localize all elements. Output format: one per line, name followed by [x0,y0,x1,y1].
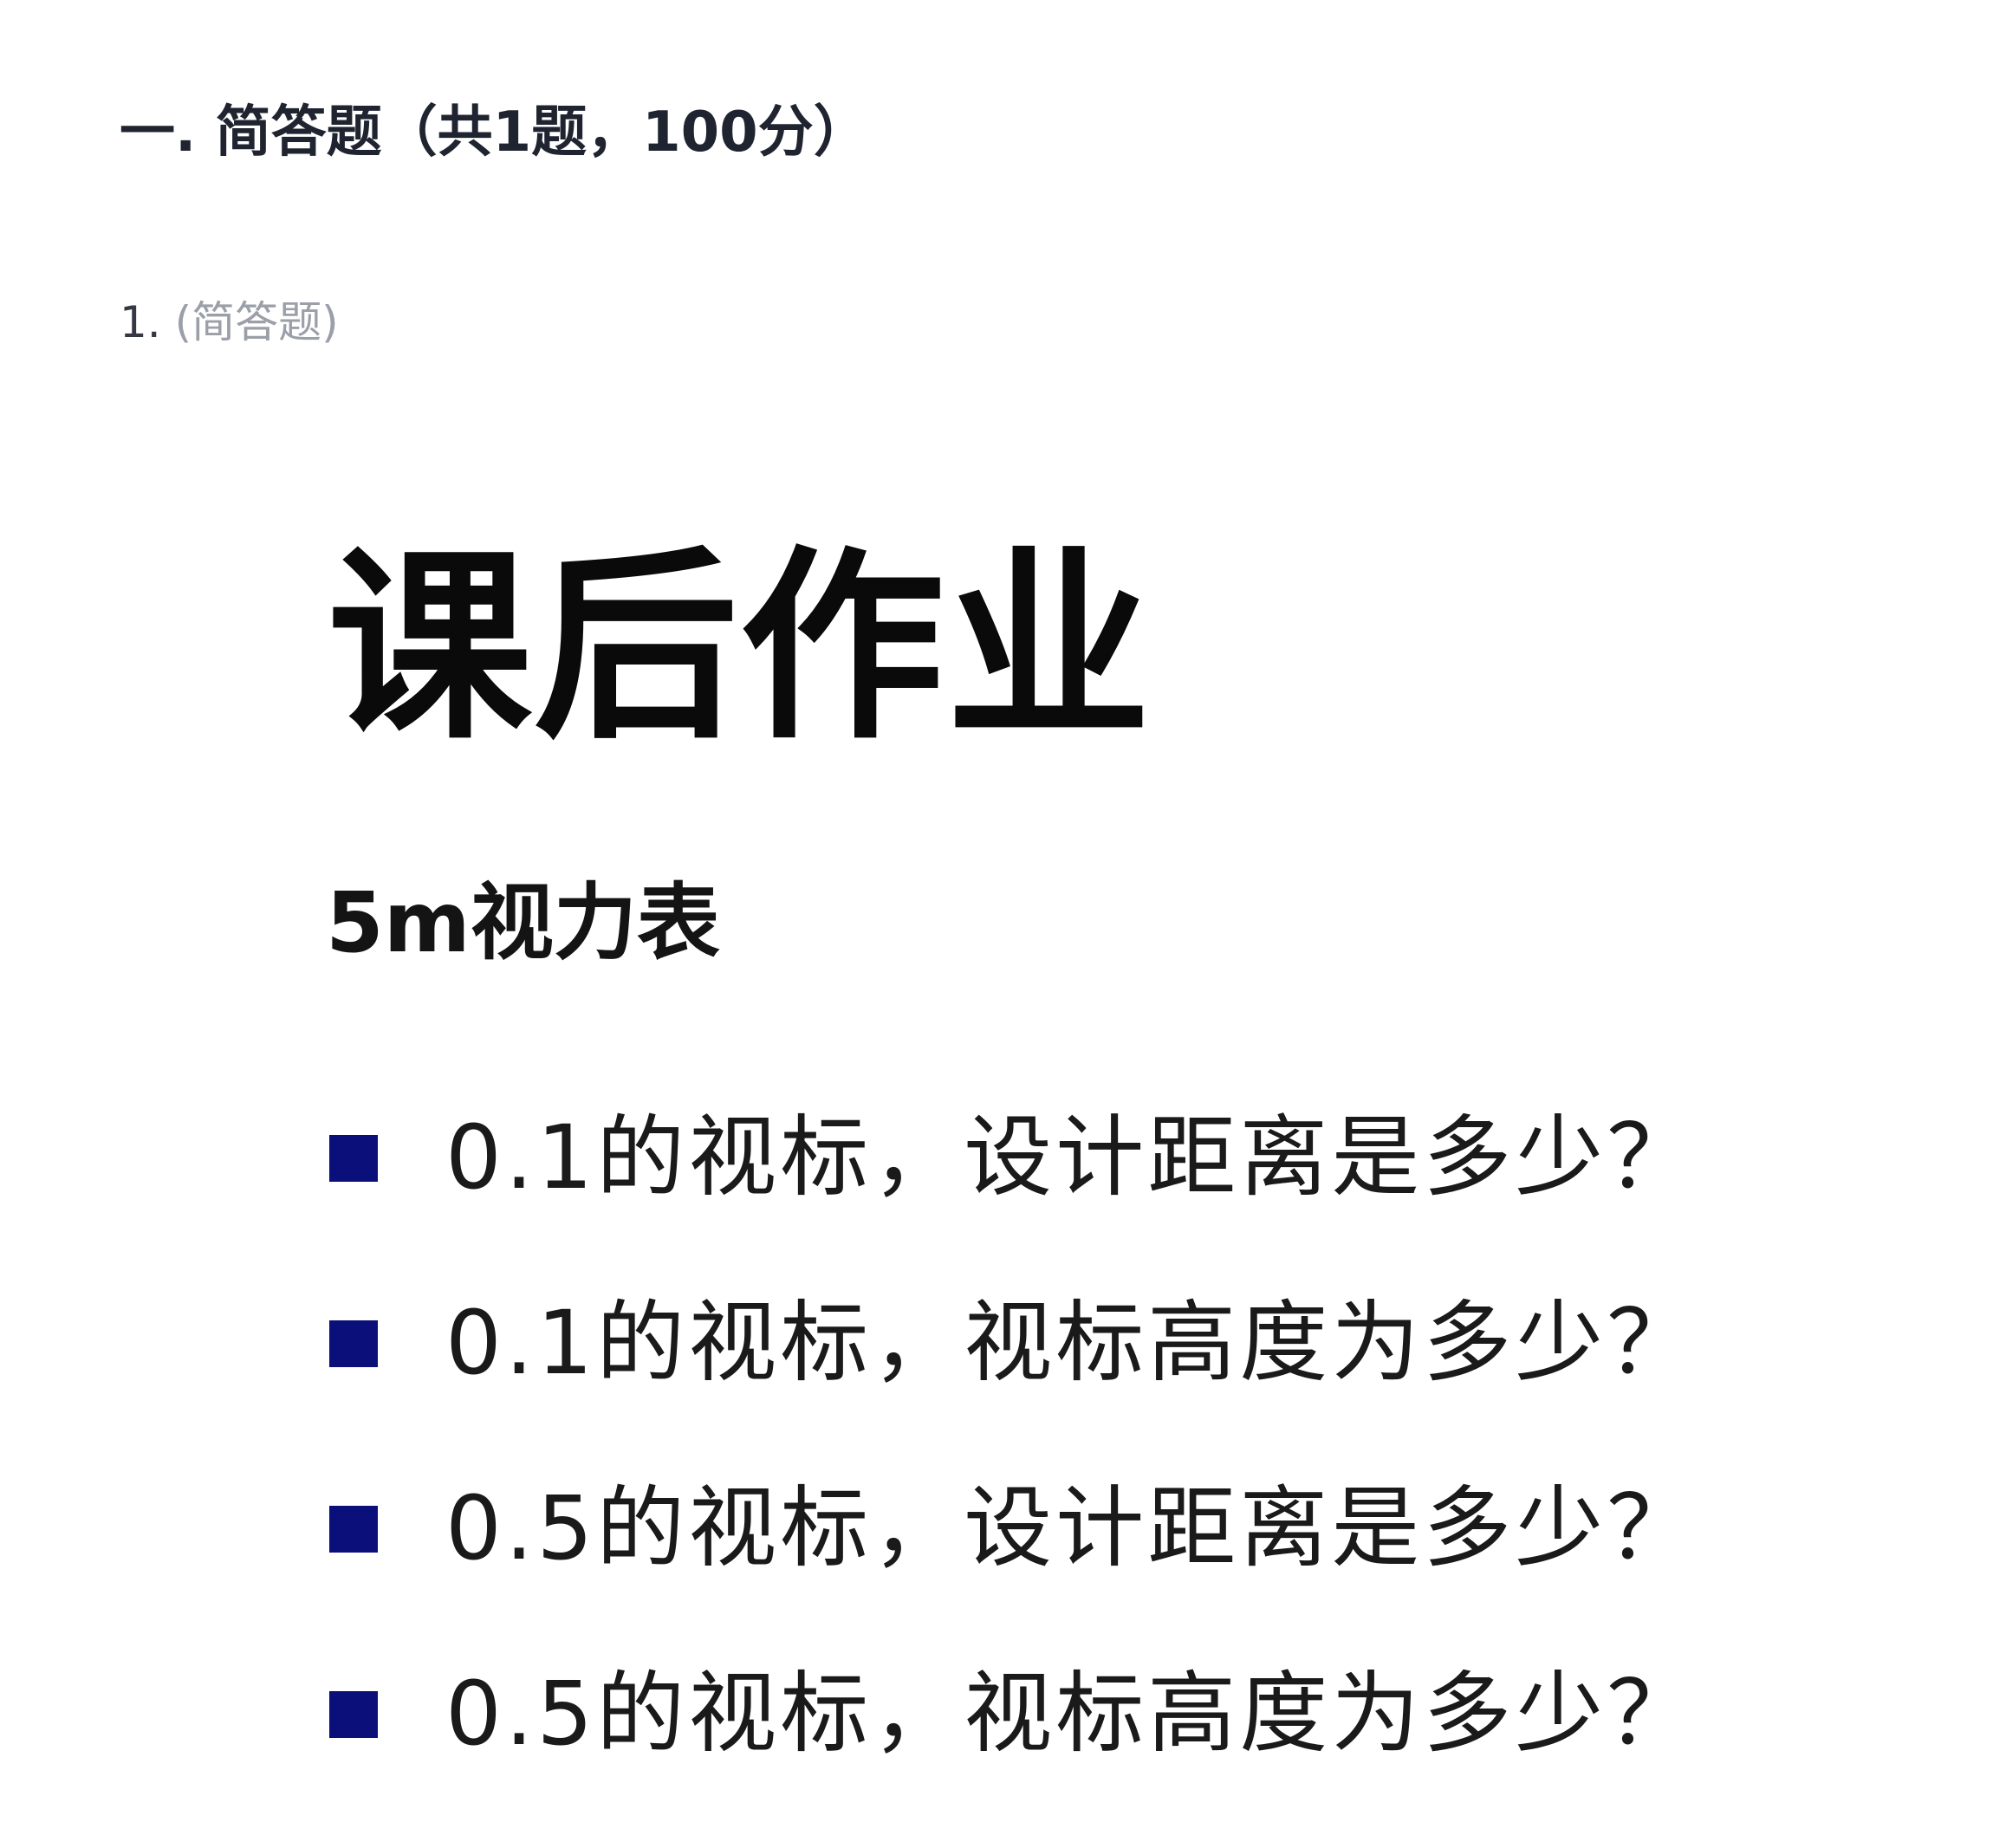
bullet-item: 0.1的视标，设计距离是多少？ [329,1066,1698,1251]
bullet-text: 0.5的视标，视标高度为多少？ [445,1663,1699,1766]
question-image: 课后作业 5m视力表 0.1的视标，设计距离是多少？ 0.1的视标，视标高度为多… [295,485,1854,1766]
square-bullet-icon [329,1320,378,1367]
question-number: 1. [120,297,161,347]
question-header: 1. (简答题) [120,288,339,357]
square-bullet-icon [329,1691,378,1738]
bullet-item: 0.5的视标，视标高度为多少？ [329,1622,1698,1807]
bullet-item: 0.1的视标，视标高度为多少？ [329,1251,1698,1436]
slide-subtitle: 5m视力表 [326,874,720,971]
question-type-label: (简答题) [174,297,339,347]
bullet-text: 0.1的视标，设计距离是多少？ [445,1106,1699,1209]
section-heading: 一. 简答题（共1题，100分） [120,101,869,165]
square-bullet-icon [329,1506,378,1553]
slide-title: 课后作业 [328,528,1153,767]
bullet-list: 0.1的视标，设计距离是多少？ 0.1的视标，视标高度为多少？ 0.5的视标，设… [329,1066,1698,1807]
bullet-item: 0.5的视标，设计距离是多少？ [329,1436,1698,1622]
bullet-text: 0.5的视标，设计距离是多少？ [445,1477,1699,1580]
bullet-text: 0.1的视标，视标高度为多少？ [445,1292,1699,1395]
square-bullet-icon [329,1135,378,1182]
